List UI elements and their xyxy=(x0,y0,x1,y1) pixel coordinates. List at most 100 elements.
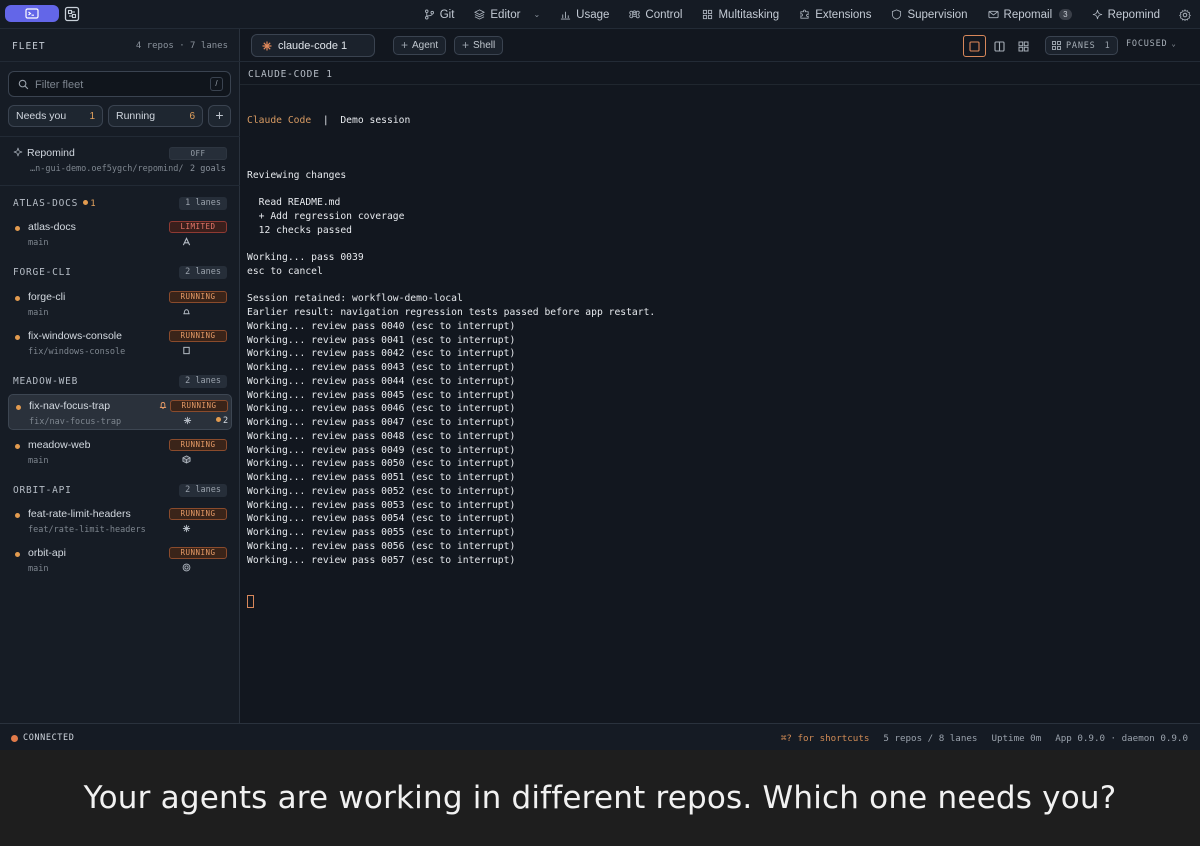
terminal-line: Working... review pass 0051 (esc to inte… xyxy=(247,472,516,483)
connection-status: CONNECTED xyxy=(11,733,74,743)
tab-claude-code-1[interactable]: claude-code 1 xyxy=(251,34,375,57)
add-agent-label: Agent xyxy=(412,40,439,51)
repo-group-meadow-web[interactable]: MEADOW-WEB 2 lanes xyxy=(0,374,240,390)
bell-icon xyxy=(159,402,167,410)
terminal-line: Earlier result: navigation regression te… xyxy=(247,307,656,318)
view-mode-dropdown[interactable]: FOCUSED ⌄ xyxy=(1126,39,1176,49)
status-badge: RUNNING xyxy=(169,439,227,451)
repomind-row[interactable]: Repomind OFF …n-gui-demo.oef5ygch/repomi… xyxy=(0,143,240,177)
nav-multitasking[interactable]: Multitasking xyxy=(692,0,789,29)
divider xyxy=(0,136,240,137)
lane-name: meadow-web xyxy=(28,439,91,451)
repo-group-atlas-docs[interactable]: ATLAS-DOCS 1 1 lanes xyxy=(0,196,240,212)
repo-group-name: MEADOW-WEB xyxy=(13,376,79,387)
repomail-count-badge: 3 xyxy=(1059,9,1072,20)
repo-group-name: ORBIT-API xyxy=(13,485,72,496)
lane-status-dot xyxy=(15,296,20,301)
layout-split-button[interactable] xyxy=(988,35,1011,57)
claude-asterisk-icon xyxy=(182,524,191,533)
add-agent-button[interactable]: + Agent xyxy=(393,36,447,55)
top-bar: Git Editor ⌄ Usage Control Multitasking xyxy=(0,0,1200,29)
nav-repomail[interactable]: Repomail 3 xyxy=(978,0,1082,29)
split-pane-icon xyxy=(994,40,1005,52)
status-badge: RUNNING xyxy=(170,400,228,412)
nav-editor-label: Editor xyxy=(490,8,521,21)
git-branch-icon xyxy=(424,9,434,20)
terminal-output[interactable]: Claude Code | Demo session Reviewing cha… xyxy=(247,86,1187,608)
terminal-line: Working... review pass 0047 (esc to inte… xyxy=(247,417,516,428)
status-badge: RUNNING xyxy=(169,508,227,520)
running-label: Running xyxy=(116,110,156,122)
terminal-window-icon xyxy=(25,8,39,19)
lane-branch: main xyxy=(28,564,49,574)
terminal-line: Working... review pass 0049 (esc to inte… xyxy=(247,444,516,456)
lane-branch: feat/rate-limit-headers xyxy=(28,525,146,535)
search-icon xyxy=(18,79,29,90)
nav-supervision[interactable]: Supervision xyxy=(881,0,977,29)
nav-control[interactable]: Control xyxy=(619,0,692,29)
filter-fleet-input[interactable] xyxy=(35,76,195,93)
terminal-line: Working... review pass 0043 (esc to inte… xyxy=(247,362,516,373)
add-filter-button[interactable]: + xyxy=(208,105,231,127)
terminal-line: Working... review pass 0040 (esc to inte… xyxy=(247,320,516,332)
terminal-line: Working... review pass 0044 (esc to inte… xyxy=(247,375,516,387)
lane-forge-cli[interactable]: forge-cli main RUNNING xyxy=(8,286,232,322)
repo-group-orbit-api[interactable]: ORBIT-API 2 lanes xyxy=(0,483,240,499)
agent-square-icon xyxy=(183,346,190,355)
nav-extensions-label: Extensions xyxy=(815,8,872,21)
single-pane-icon xyxy=(969,40,980,52)
nav-repomind[interactable]: Repomind xyxy=(1082,0,1170,29)
nav-git[interactable]: Git xyxy=(414,0,465,29)
repo-group-forge-cli[interactable]: FORGE-CLI 2 lanes xyxy=(0,265,240,281)
layout-grid-button[interactable] xyxy=(1012,35,1035,57)
running-filter-chip[interactable]: Running 6 xyxy=(108,105,203,127)
lane-orbit-api[interactable]: orbit-api main RUNNING xyxy=(8,542,232,578)
claude-asterisk-icon xyxy=(262,41,272,50)
main-pane-area: claude-code 1 + Agent + Shell PANES 1 FO… xyxy=(240,29,1200,723)
agent-cube-icon xyxy=(182,455,191,464)
repomind-name: Repomind xyxy=(27,147,75,159)
panes-button[interactable]: PANES 1 xyxy=(1045,36,1118,55)
chevron-down-icon[interactable]: ⌄ xyxy=(533,10,540,19)
nav-repomind-label: Repomind xyxy=(1107,8,1160,21)
lane-count-badge: 2 lanes xyxy=(179,375,227,388)
terminal-line: Working... review pass 0055 (esc to inte… xyxy=(247,527,516,538)
add-shell-label: Shell xyxy=(473,40,496,51)
lane-feat-rate-limit-headers[interactable]: feat-rate-limit-headers feat/rate-limit-… xyxy=(8,503,232,539)
lane-branch: fix/nav-focus-trap xyxy=(29,417,122,427)
top-nav: Git Editor ⌄ Usage Control Multitasking xyxy=(414,0,1200,29)
nav-multitasking-label: Multitasking xyxy=(718,8,780,21)
terminal-cursor xyxy=(247,594,254,608)
chevron-down-icon: ⌄ xyxy=(1171,40,1177,48)
terminal-line: Session retained: workflow-demo-local xyxy=(247,293,463,305)
lane-meadow-web[interactable]: meadow-web main RUNNING xyxy=(8,434,232,470)
terminal-line: Read README.md xyxy=(247,197,341,208)
needs-you-filter-chip[interactable]: Needs you 1 xyxy=(8,105,103,127)
settings-button[interactable] xyxy=(1170,0,1200,29)
lane-atlas-docs[interactable]: atlas-docs main LIMITED xyxy=(8,216,232,252)
caption-banner: Your agents are working in different rep… xyxy=(0,750,1200,846)
status-badge: RUNNING xyxy=(169,330,227,342)
plus-icon: + xyxy=(401,38,409,52)
lane-status-dot xyxy=(16,405,21,410)
terminal-line: Working... review pass 0052 (esc to inte… xyxy=(247,485,516,497)
terminal-line: esc to cancel xyxy=(247,265,323,277)
nav-usage[interactable]: Usage xyxy=(550,0,619,29)
connection-label: CONNECTED xyxy=(23,733,75,743)
nav-extensions[interactable]: Extensions xyxy=(789,0,881,29)
lane-status-dot xyxy=(15,335,20,340)
layout-single-button[interactable] xyxy=(963,35,986,57)
lane-branch: main xyxy=(28,456,49,466)
version-info: App 0.9.0 · daemon 0.9.0 xyxy=(1055,733,1188,744)
lane-branch: main xyxy=(28,308,49,318)
workspace-switcher-button[interactable] xyxy=(5,5,59,22)
terminal-line: + Add regression coverage xyxy=(247,210,405,222)
add-shell-button[interactable]: + Shell xyxy=(454,36,504,55)
repomind-path: …n-gui-demo.oef5ygch/repomind/ xyxy=(30,164,184,174)
nav-editor[interactable]: Editor ⌄ xyxy=(464,0,550,29)
lane-fix-nav-focus-trap[interactable]: fix-nav-focus-trap fix/nav-focus-trap RU… xyxy=(8,394,232,430)
repomind-toggle[interactable]: OFF xyxy=(169,147,227,160)
lane-fix-windows-console[interactable]: fix-windows-console fix/windows-console … xyxy=(8,325,232,361)
shortcuts-hint[interactable]: ⌘? for shortcuts xyxy=(781,733,870,744)
